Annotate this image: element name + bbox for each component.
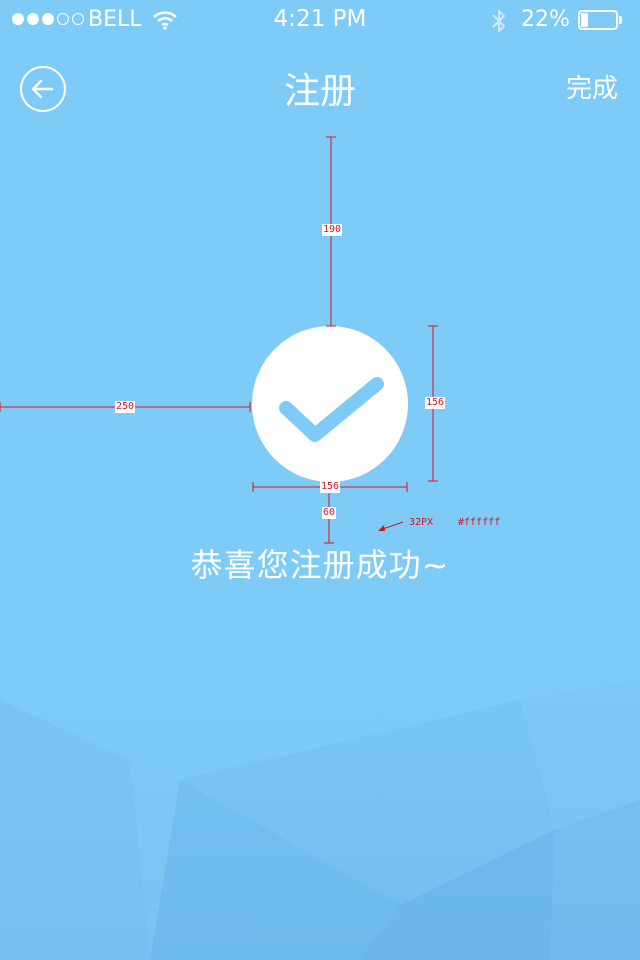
annotation-text-gap: 60 — [322, 507, 337, 519]
annotation-circle-height: 156 — [425, 397, 446, 409]
annotation-circle-width: 156 — [320, 481, 341, 493]
annotation-font-size: 32PX — [409, 517, 434, 528]
annotation-lines — [0, 136, 438, 544]
annotation-color: #ffffff — [458, 517, 501, 528]
annotation-left-spacing: 250 — [115, 401, 136, 413]
annotation-top-spacing: 190 — [322, 224, 343, 236]
